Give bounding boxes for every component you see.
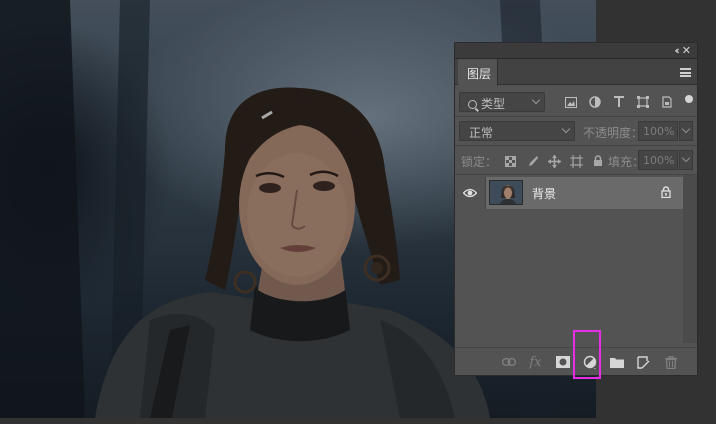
- fill-input[interactable]: 100%: [638, 150, 678, 170]
- opacity-label: 不透明度：: [583, 126, 644, 140]
- collapse-panel-icon[interactable]: ‹‹: [674, 44, 680, 57]
- layer-item-background[interactable]: 背景: [485, 177, 683, 209]
- filter-kind-select[interactable]: 类型: [459, 92, 545, 112]
- chevron-down-icon: [531, 95, 541, 105]
- adjustment-filter-icon[interactable]: [583, 95, 607, 109]
- panel-title-bar: ‹‹ ✕: [455, 43, 697, 59]
- fx-label: fx: [529, 354, 542, 370]
- layers-scrollbar[interactable]: [683, 175, 697, 343]
- lock-transparent-pixels-icon[interactable]: [499, 154, 521, 168]
- image-filter-icon[interactable]: [559, 95, 583, 109]
- opacity-dropdown-arrow[interactable]: [679, 121, 693, 141]
- lock-image-pixels-icon[interactable]: [521, 154, 543, 168]
- lock-label: 锁定：: [461, 155, 498, 169]
- new-group-icon[interactable]: [603, 354, 630, 370]
- layer-name: 背景: [532, 187, 557, 201]
- link-layers-icon[interactable]: [495, 354, 522, 370]
- layer-filter-row: 类型: [455, 85, 697, 116]
- lock-artboard-icon[interactable]: [565, 154, 587, 168]
- delete-layer-icon[interactable]: [657, 354, 684, 370]
- fill-dropdown-arrow[interactable]: [679, 150, 693, 170]
- layer-style-fx-icon[interactable]: fx: [522, 354, 549, 370]
- shape-filter-icon[interactable]: [631, 95, 655, 109]
- add-mask-icon[interactable]: [549, 354, 576, 370]
- panel-menu-icon[interactable]: [680, 68, 691, 77]
- type-filter-icon[interactable]: [607, 95, 631, 109]
- search-icon: [468, 100, 477, 109]
- blend-mode-value: 正常: [469, 126, 494, 140]
- chevron-down-icon: [561, 124, 571, 134]
- blend-mode-select[interactable]: 正常: [459, 121, 575, 141]
- layers-list: 背景: [455, 175, 697, 343]
- lock-all-icon[interactable]: [587, 154, 609, 168]
- adjustment-icon-highlight: [573, 330, 601, 379]
- visibility-eye-icon[interactable]: [455, 177, 485, 209]
- new-layer-icon[interactable]: [630, 354, 657, 370]
- close-panel-icon[interactable]: ✕: [682, 44, 691, 57]
- layer-lock-icon[interactable]: [661, 186, 671, 201]
- lock-row: 锁定： 填充： 100%: [455, 146, 697, 174]
- filter-kind-label: 类型: [481, 97, 506, 111]
- tab-layers[interactable]: 图层: [458, 59, 498, 86]
- filter-toggle-switch[interactable]: [685, 95, 693, 103]
- layers-panel: ‹‹ ✕ 图层 类型 正常 不透明度： 100% 锁定： 填充： 100% 背景…: [454, 42, 698, 376]
- panel-tab-row: 图层: [455, 59, 697, 86]
- blend-row: 正常 不透明度： 100%: [455, 117, 697, 145]
- layer-row[interactable]: 背景: [455, 177, 683, 209]
- lock-position-icon[interactable]: [543, 154, 565, 168]
- smart-object-filter-icon[interactable]: [655, 95, 679, 109]
- opacity-input[interactable]: 100%: [638, 121, 678, 141]
- layer-thumbnail: [489, 180, 523, 205]
